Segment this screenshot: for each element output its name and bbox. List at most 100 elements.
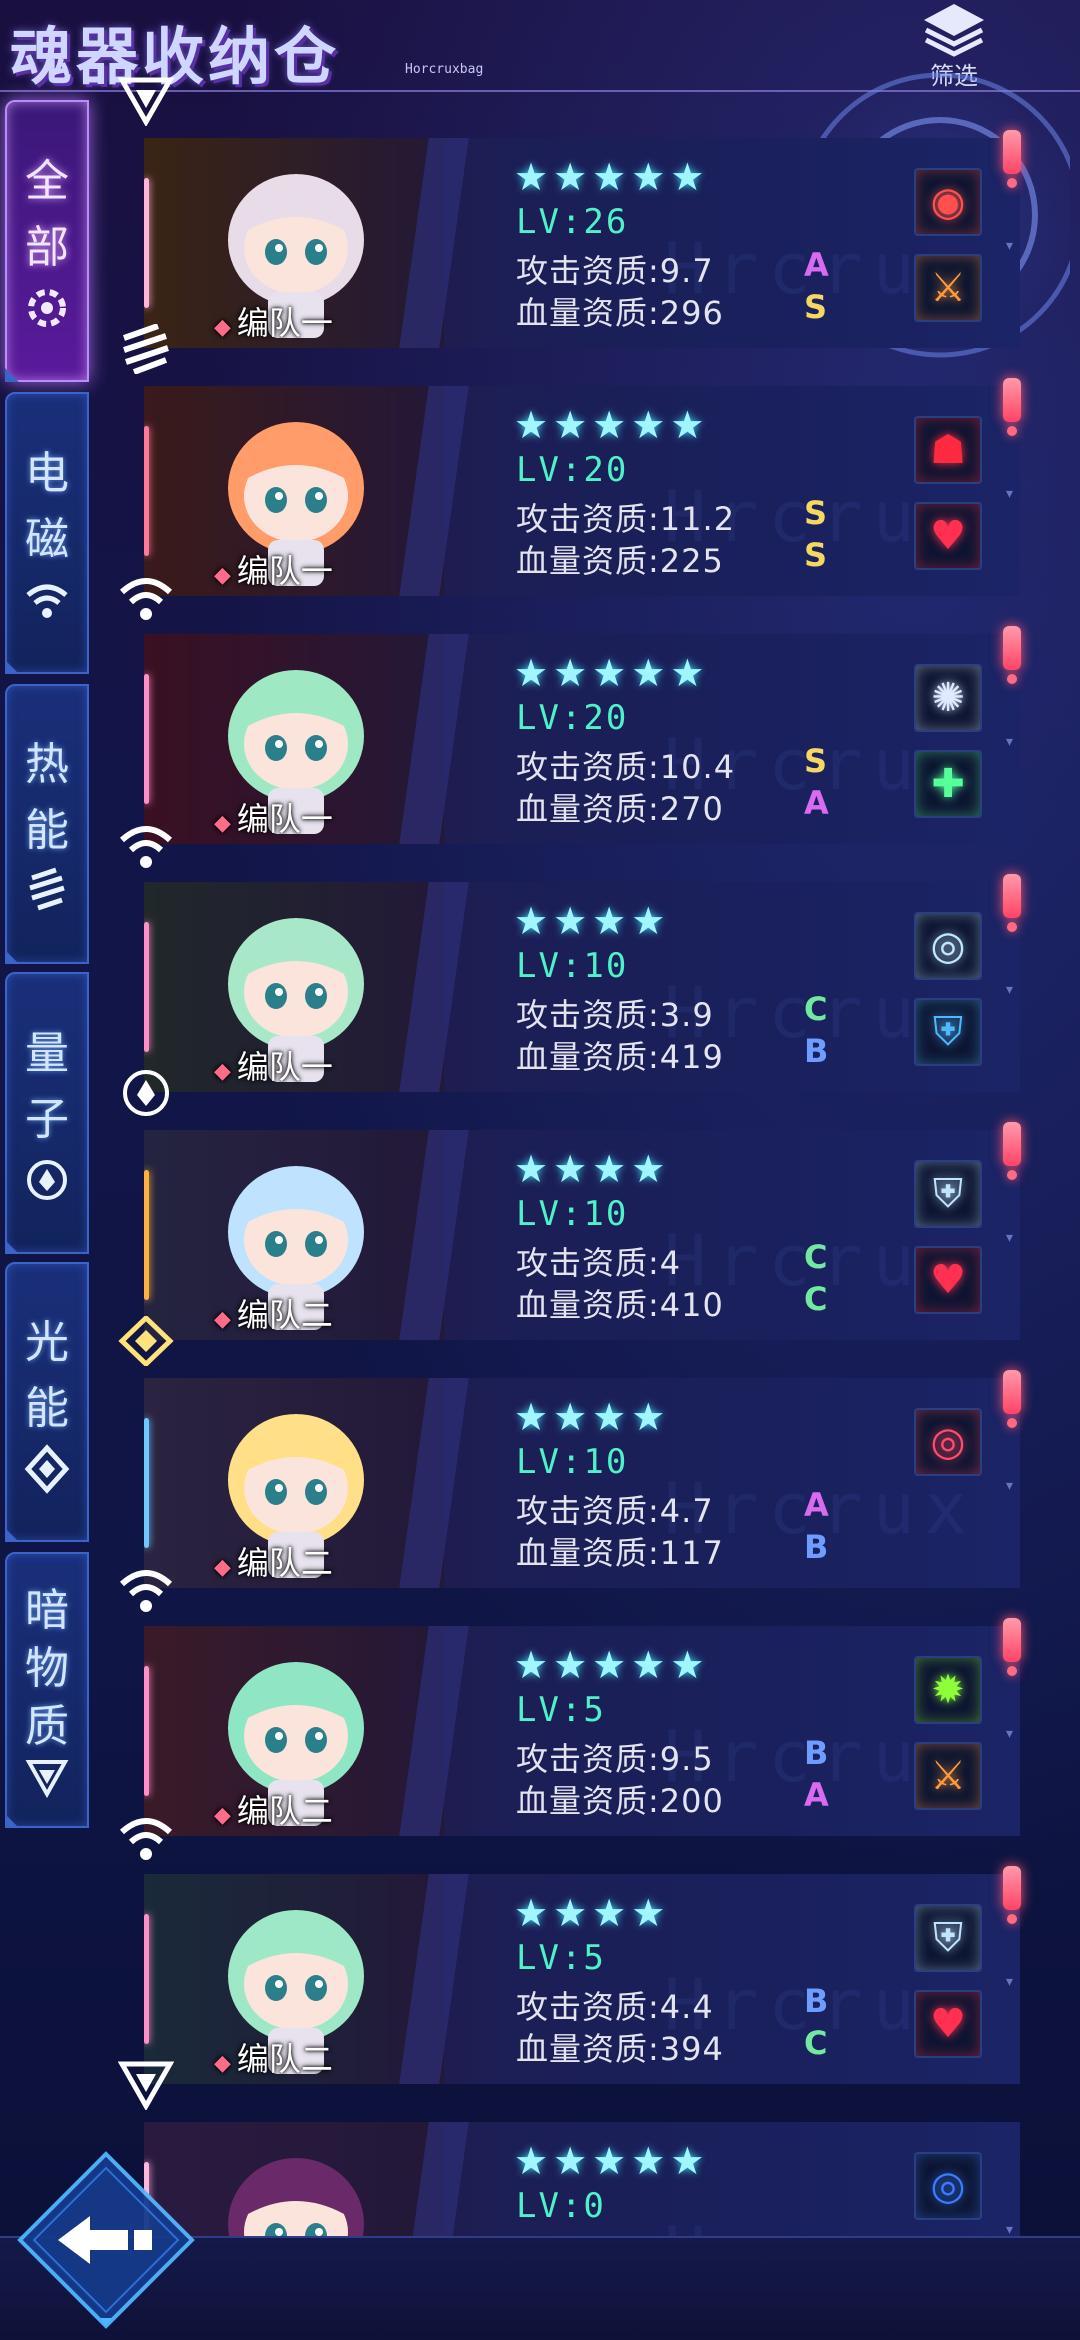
hp-value: 270 <box>659 790 724 828</box>
star-icon: ★ <box>631 403 666 447</box>
eye-icon[interactable]: ◎ <box>914 912 982 980</box>
star-icon: ★ <box>670 2139 705 2183</box>
hp-grade: A <box>804 784 829 822</box>
tab-quantum[interactable]: 量 子 <box>5 972 89 1254</box>
attack-label: 攻击资质: <box>516 1492 660 1530</box>
star-icon: ★ <box>592 651 627 695</box>
broken-heart-icon[interactable]: ♥ <box>914 1246 982 1314</box>
sword-flame-icon[interactable]: ⚔ <box>914 1742 982 1810</box>
team-dot-icon: ◆ <box>214 1307 231 1332</box>
star-icon: ★ <box>514 1643 549 1687</box>
team-label: ◆ 编队一 <box>214 298 333 344</box>
tab-dark-label-1: 暗 <box>25 1585 69 1636</box>
team-label: ◆ 编队二 <box>214 1290 333 1336</box>
back-button[interactable] <box>16 2150 196 2330</box>
team-label: ◆ 编队一 <box>214 1042 333 1088</box>
demon-face-icon[interactable]: ◉ <box>914 168 982 236</box>
horcrux-card[interactable]: Hrcrux ★ ★ ★ ★ ★ LV:20 攻击资质:10.4 S 血量资质:270 A ◆ 编队一… <box>144 634 1020 844</box>
hp-label: 血量资质: <box>516 1534 660 1572</box>
horcrux-card[interactable]: Hrcrux ★ ★ ★ ★ LV:5 攻击资质:4.4 B 血量资质:394 C ◆ 编队二 ⛨ ♥ ▾ <box>144 1874 1020 2084</box>
attack-label: 攻击资质: <box>516 1244 660 1282</box>
hp-label: 血量资质: <box>516 1782 660 1820</box>
star-icon: ★ <box>592 1147 627 1191</box>
attack-value: 11.2 <box>659 500 736 538</box>
tab-quantum-label-1: 量 <box>25 1028 69 1079</box>
element-accent-bar <box>144 1914 149 2044</box>
light-element-icon <box>118 1314 174 1368</box>
tab-electromagnetic[interactable]: 电 磁 <box>5 392 89 674</box>
red-silhouette-icon[interactable]: ☗ <box>914 416 982 484</box>
alert-exclamation-icon <box>1003 1370 1021 1428</box>
tab-em-label-2: 磁 <box>25 514 69 565</box>
scroll-indicator-icon: ▾ <box>1006 486 1014 502</box>
page-subtitle: Horcruxbag <box>405 62 484 77</box>
wifi-icon <box>26 584 68 618</box>
star-icon: ★ <box>514 1395 549 1439</box>
star-icon: ★ <box>553 1891 588 1935</box>
tab-light-label-2: 能 <box>25 1383 69 1434</box>
star-rating: ★ ★ ★ ★ ★ <box>514 158 704 196</box>
horcrux-card[interactable]: Hrcrux ★ ★ ★ ★ ★ LV:26 攻击资质:9.7 A 血量资质:296 S ◆ 编队一 ◉… <box>144 138 1020 348</box>
tab-light[interactable]: 光 能 <box>5 1262 89 1542</box>
tab-heat[interactable]: 热 能 <box>5 684 89 964</box>
attack-grade: C <box>804 1238 828 1276</box>
shield-wings-icon[interactable]: ⛨ <box>914 1904 982 1972</box>
attack-value: 9.7 <box>659 252 714 290</box>
tab-light-label-1: 光 <box>25 1317 69 1368</box>
hp-stat: 血量资质:225 <box>516 536 724 582</box>
star-rating: ★ ★ ★ ★ <box>514 902 665 940</box>
star-icon: ★ <box>553 2139 588 2183</box>
star-rating: ★ ★ ★ ★ ★ <box>514 2142 704 2180</box>
team-dot-icon: ◆ <box>214 1059 231 1084</box>
attack-value: 4.7 <box>659 1492 714 1530</box>
attack-grade: B <box>804 1982 829 2020</box>
hp-value: 117 <box>659 1534 724 1572</box>
scroll-indicator-icon: ▾ <box>1006 238 1014 254</box>
electromagnetic-element-icon <box>118 820 174 870</box>
star-icon: ★ <box>592 899 627 943</box>
horcrux-card[interactable]: Hrcrux ★★★★★LV:0◎▾ <box>144 2122 1020 2236</box>
sword-flame-icon[interactable]: ⚔ <box>914 254 982 322</box>
scroll-indicator-icon: ▾ <box>1006 1974 1014 1990</box>
level-label: LV:10 <box>516 1442 629 1482</box>
star-icon: ★ <box>514 155 549 199</box>
shield-grid-icon[interactable]: ⛨ <box>914 998 982 1066</box>
star-icon: ★ <box>670 1643 705 1687</box>
attack-stat: 攻击资质:4.4 <box>516 1982 714 2028</box>
attack-value: 3.9 <box>659 996 714 1034</box>
team-dot-icon: ◆ <box>214 563 231 588</box>
alert-exclamation-icon <box>1003 1122 1021 1180</box>
horcrux-card[interactable]: Hrcrux ★ ★ ★ ★ LV:10 攻击资质:4.7 A 血量资质:117 B ◆ 编队二 ◎ ▾ <box>144 1378 1020 1588</box>
broken-heart-icon[interactable]: ♥ <box>914 1990 982 2058</box>
hp-value: 410 <box>659 1286 724 1324</box>
star-icon: ★ <box>553 1395 588 1439</box>
star-rating: ★ ★ ★ ★ ★ <box>514 406 704 444</box>
star-icon: ★ <box>553 651 588 695</box>
team-name: 编队一 <box>236 552 333 590</box>
green-gear-icon[interactable]: ✹ <box>914 1656 982 1724</box>
filter-button[interactable]: 筛选 <box>910 0 998 92</box>
hp-grade: A <box>804 1776 829 1814</box>
star-icon: ★ <box>592 1891 627 1935</box>
attack-grade: A <box>804 1486 829 1524</box>
horcrux-card[interactable]: Hrcrux ★ ★ ★ ★ ★ LV:5 攻击资质:9.5 B 血量资质:200 A ◆ 编队二 ✹ ⚔… <box>144 1626 1020 1836</box>
hp-grade: S <box>804 288 828 326</box>
crimson-eye-icon[interactable]: ◎ <box>914 1408 982 1476</box>
horcrux-card[interactable]: Hrcrux ★ ★ ★ ★ LV:10 攻击资质:3.9 C 血量资质:419 B ◆ 编队一 ◎ ⛨… <box>144 882 1020 1092</box>
attack-stat: 攻击资质:4 <box>516 1238 681 1284</box>
attack-label: 攻击资质: <box>516 500 660 538</box>
hp-label: 血量资质: <box>516 294 660 332</box>
shield-wings-icon[interactable]: ⛨ <box>914 1160 982 1228</box>
tab-all[interactable]: 全 部 <box>5 100 89 382</box>
element-accent-bar <box>144 1170 149 1300</box>
horcrux-card[interactable]: Hrcrux ★ ★ ★ ★ LV:10 攻击资质:4 C 血量资质:410 C ◆ 编队二 ⛨ ♥ ▾ <box>144 1130 1020 1340</box>
tab-dark-matter[interactable]: 暗 物 质 <box>5 1552 89 1828</box>
star-icon: ★ <box>631 1643 666 1687</box>
blue-ring-icon[interactable]: ◎ <box>914 2152 982 2220</box>
hp-value: 419 <box>659 1038 724 1076</box>
heal-plus-icon[interactable]: ✚ <box>914 750 982 818</box>
broken-heart-icon[interactable]: ♥ <box>914 502 982 570</box>
horcrux-card[interactable]: Hrcrux ★ ★ ★ ★ ★ LV:20 攻击资质:11.2 S 血量资质:225 S ◆ 编队一… <box>144 386 1020 596</box>
star-icon: ★ <box>553 1643 588 1687</box>
vortex-icon[interactable]: ✺ <box>914 664 982 732</box>
